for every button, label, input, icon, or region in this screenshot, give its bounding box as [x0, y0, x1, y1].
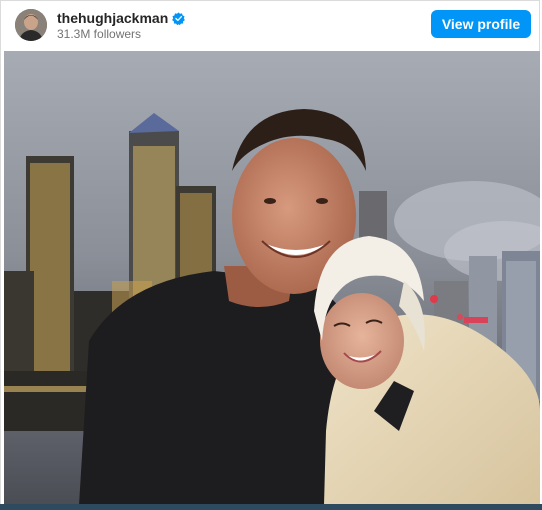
follower-count: 31.3M followers: [57, 27, 142, 41]
post-header: thehughjackman 31.3M followers View prof…: [1, 1, 541, 49]
username-row: thehughjackman: [57, 9, 186, 27]
bottom-strip: [0, 504, 542, 510]
profile-avatar[interactable]: [15, 9, 47, 41]
username[interactable]: thehughjackman: [57, 10, 168, 26]
post-photo[interactable]: [4, 51, 540, 505]
verified-badge-icon: [172, 11, 186, 25]
view-profile-button[interactable]: View profile: [431, 10, 531, 38]
post-embed-card: thehughjackman 31.3M followers View prof…: [0, 0, 540, 508]
